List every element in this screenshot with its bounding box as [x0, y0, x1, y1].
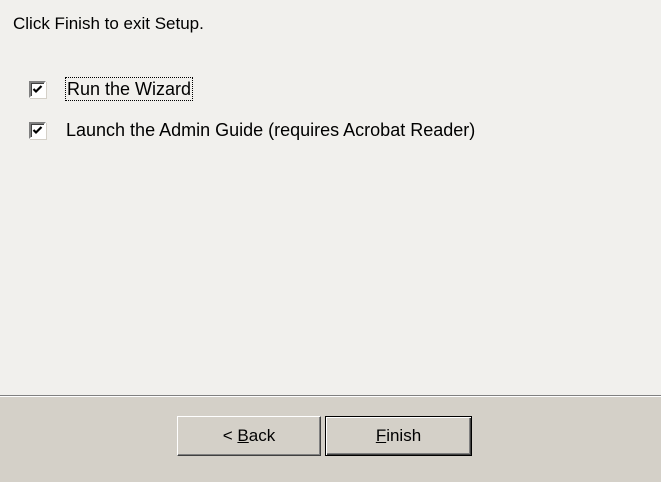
back-button-prefix: <: [222, 426, 238, 445]
intro-text: Click Finish to exit Setup.: [13, 14, 204, 33]
finish-button-mnemonic: F: [375, 426, 387, 445]
back-button-label-rest: ack: [248, 426, 276, 445]
launch-admin-guide-option[interactable]: Launch the Admin Guide (requires Acrobat…: [29, 119, 475, 141]
launch-admin-guide-checkbox[interactable]: [29, 121, 46, 139]
checkmark-icon: [32, 125, 43, 134]
setup-content-panel: Click Finish to exit Setup. Run the Wiza…: [0, 0, 661, 395]
button-bar: < Back Finish: [0, 397, 661, 482]
back-button[interactable]: < Back: [177, 416, 321, 456]
finish-button-label-rest: inish: [386, 426, 422, 445]
launch-admin-guide-label[interactable]: Launch the Admin Guide (requires Acrobat…: [66, 119, 475, 141]
finish-button[interactable]: Finish: [325, 416, 472, 456]
run-wizard-label[interactable]: Run the Wizard: [64, 77, 194, 101]
back-button-mnemonic: B: [237, 426, 249, 445]
checkmark-icon: [32, 84, 43, 93]
run-wizard-checkbox[interactable]: [29, 80, 46, 98]
run-wizard-option[interactable]: Run the Wizard: [29, 77, 194, 101]
